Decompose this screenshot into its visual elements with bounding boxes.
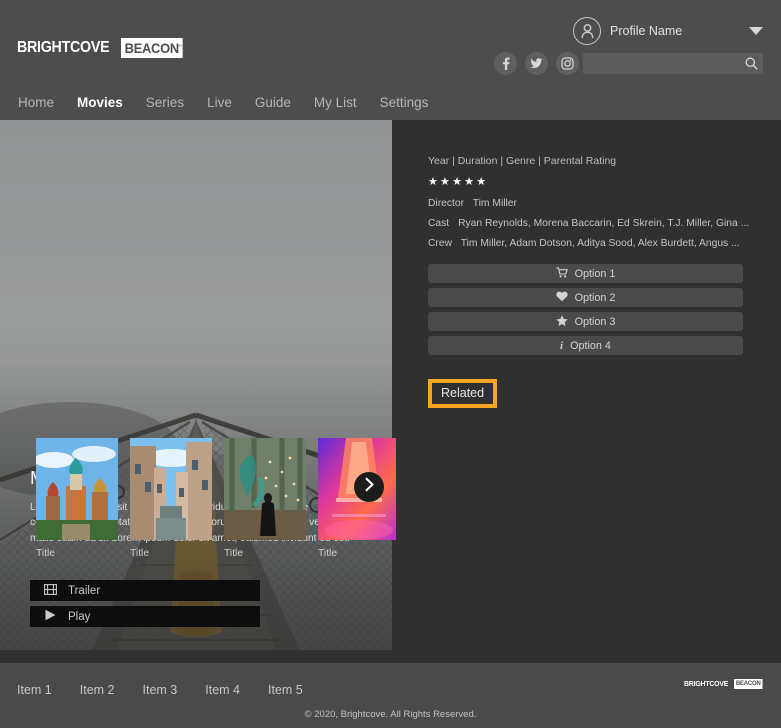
star-icon — [555, 314, 568, 329]
related-title-3: Title — [224, 548, 244, 559]
footer-brightcove-beacon-logo: BRIGHTCOVE BEACON — [684, 679, 765, 689]
option-4-label: Option 4 — [570, 339, 611, 352]
heart-icon — [555, 291, 568, 305]
nav-item-series[interactable]: Series — [146, 95, 184, 110]
footer-links: Item 1 Item 2 Item 3 Item 4 Item 5 — [17, 683, 303, 697]
nav-item-settings[interactable]: Settings — [380, 95, 429, 110]
related-item-2[interactable]: Title — [130, 438, 212, 559]
related-thumbnail-image-2 — [130, 438, 212, 540]
shopping-cart-icon — [555, 266, 568, 281]
option-2-label: Option 2 — [574, 291, 616, 304]
option-2-button[interactable]: Option 2 — [428, 288, 743, 307]
related-title-4: Title — [318, 548, 338, 559]
logo-beacon-badge: BEACON ™ — [121, 38, 183, 58]
footer-item-1[interactable]: Item 1 — [17, 683, 52, 697]
brightcove-beacon-logo: BRIGHTCOVE BEACON ™ — [17, 38, 188, 58]
footer-item-2[interactable]: Item 2 — [80, 683, 115, 697]
nav-item-live[interactable]: Live — [207, 95, 232, 110]
chevron-right-icon — [364, 477, 375, 497]
footer-item-3[interactable]: Item 3 — [143, 683, 178, 697]
page-body: Movie Title Lorem ipsum dolor sit amet, … — [0, 120, 781, 663]
credit-crew-value: Tim Miller, Adam Dotson, Aditya Sood, Al… — [460, 238, 740, 249]
logo-wordmark: BRIGHTCOVE — [17, 39, 110, 56]
credit-director: Director Tim Miller — [428, 198, 761, 209]
search-bar[interactable] — [583, 53, 763, 74]
related-title-1: Title — [36, 548, 56, 559]
nav-item-movies[interactable]: Movies — [77, 95, 123, 110]
credit-crew-label: Crew — [428, 238, 453, 249]
facebook-icon[interactable] — [494, 52, 517, 75]
trademark-symbol: ™ — [177, 44, 183, 50]
app-header: BRIGHTCOVE BEACON ™ Profile Name Home Mo… — [0, 0, 781, 120]
nav-item-guide[interactable]: Guide — [255, 95, 291, 110]
option-4-button[interactable]: i Option 4 — [428, 336, 743, 355]
related-item-1[interactable]: Title — [36, 438, 118, 559]
trailer-button[interactable]: Trailer — [30, 580, 260, 601]
credit-cast: Cast Ryan Reynolds, Morena Baccarin, Ed … — [428, 218, 761, 229]
nav-item-my-list[interactable]: My List — [314, 95, 357, 110]
play-button[interactable]: Play — [30, 606, 260, 627]
option-1-label: Option 1 — [574, 267, 616, 280]
related-thumbnail-image-3 — [224, 438, 306, 540]
related-thumbnails-row: Title Title Title Title — [36, 438, 396, 559]
option-3-label: Option 3 — [574, 315, 616, 328]
user-avatar-icon — [573, 17, 601, 45]
credit-cast-label: Cast — [428, 218, 450, 229]
credit-cast-value: Ryan Reynolds, Morena Baccarin, Ed Skrei… — [458, 218, 750, 229]
related-next-button[interactable] — [354, 472, 384, 502]
related-item-3[interactable]: Title — [224, 438, 306, 559]
related-section-header: Related — [428, 379, 761, 408]
instagram-icon[interactable] — [556, 52, 579, 75]
social-links — [494, 52, 579, 75]
credit-director-value: Tim Miller — [472, 198, 517, 209]
credit-crew: Crew Tim Miller, Adam Dotson, Aditya Soo… — [428, 238, 761, 249]
option-1-button[interactable]: Option 1 — [428, 264, 743, 283]
footer-logo-wordmark: BRIGHTCOVE — [683, 679, 728, 688]
profile-menu[interactable]: Profile Name — [573, 17, 763, 45]
credit-director-label: Director — [428, 198, 465, 209]
search-icon[interactable] — [745, 57, 758, 70]
search-input[interactable] — [583, 57, 745, 70]
hero-action-buttons: Trailer Play — [30, 580, 260, 627]
play-triangle-icon — [44, 609, 57, 624]
chevron-down-icon[interactable] — [749, 27, 763, 35]
info-icon: i — [560, 339, 564, 352]
profile-name-label: Profile Name — [610, 24, 683, 38]
metadata-line: Year | Duration | Genre | Parental Ratin… — [428, 155, 617, 167]
related-title-2: Title — [130, 548, 150, 559]
star-rating: ★★★★★ — [428, 176, 489, 188]
logo-beacon-text: BEACON — [125, 40, 180, 56]
main-navigation: Home Movies Series Live Guide My List Se… — [18, 95, 428, 110]
copyright-text: © 2020, Brightcove. All Rights Reserved. — [304, 709, 477, 720]
hero-banner: Movie Title Lorem ipsum dolor sit amet, … — [0, 120, 392, 650]
related-item-4[interactable]: Title — [318, 438, 396, 559]
app-footer: Item 1 Item 2 Item 3 Item 4 Item 5 BRIGH… — [0, 663, 781, 728]
film-strip-icon — [44, 583, 57, 598]
option-3-button[interactable]: Option 3 — [428, 312, 743, 331]
footer-item-5[interactable]: Item 5 — [268, 683, 303, 697]
trailer-button-label: Trailer — [68, 584, 101, 597]
play-button-label: Play — [68, 610, 91, 623]
nav-item-home[interactable]: Home — [18, 95, 54, 110]
twitter-icon[interactable] — [525, 52, 548, 75]
option-buttons: Option 1 Option 2 Option 3 i Option 4 — [428, 264, 743, 355]
footer-logo-beacon-badge: BEACON — [734, 679, 763, 689]
footer-item-4[interactable]: Item 4 — [205, 683, 240, 697]
detail-panel: Year | Duration | Genre | Parental Ratin… — [392, 120, 781, 650]
related-heading: Related — [428, 379, 498, 408]
related-thumbnail-image-1 — [36, 438, 118, 540]
